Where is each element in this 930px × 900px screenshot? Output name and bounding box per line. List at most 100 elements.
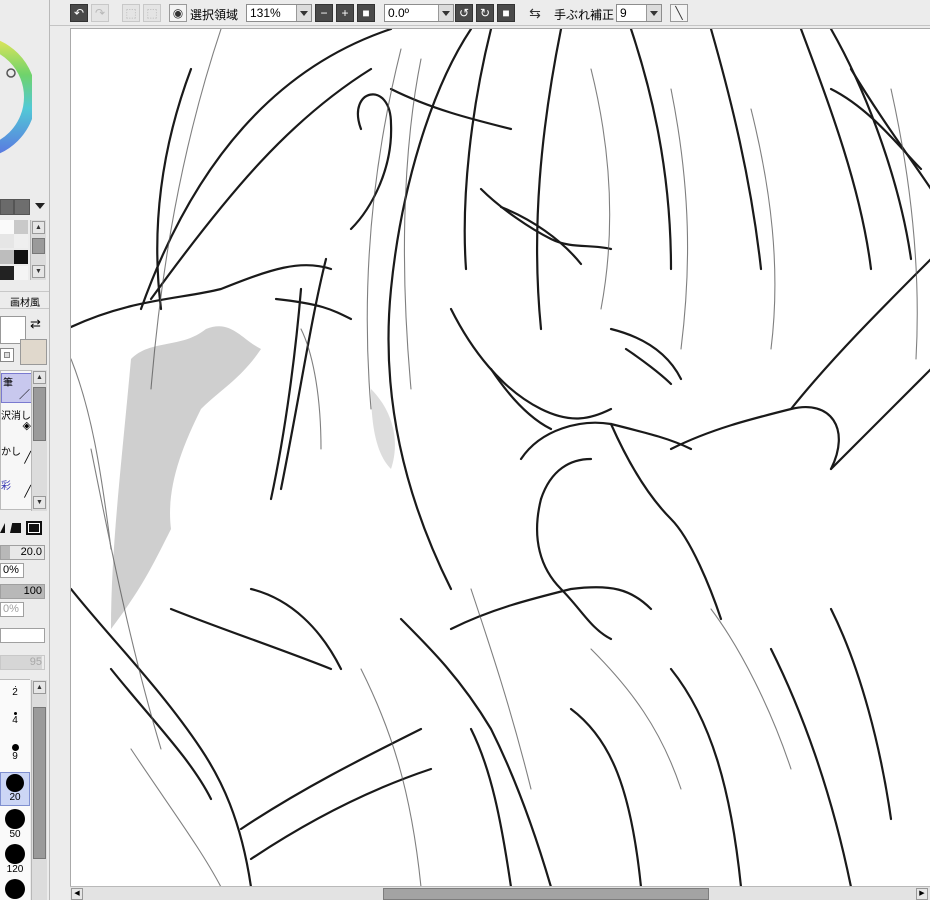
paint-app: ▲ ▼ 画材風 ⇄ 筆 ／ 沢消し ◈ かし ╱ 彩 ╱ ▲ ▼ 20.0 0%…: [0, 0, 930, 900]
brush-size-item[interactable]: 2: [0, 686, 30, 706]
palette-cell[interactable]: [14, 250, 28, 264]
chevron-down-icon[interactable]: [646, 5, 661, 21]
marker-icon: ╱: [24, 486, 31, 498]
secondary-color-box[interactable]: [20, 339, 47, 365]
palette-cell[interactable]: [14, 234, 28, 248]
scroll-right-icon[interactable]: ▶: [916, 888, 928, 900]
flip-horizontal-icon[interactable]: ⇆: [526, 4, 544, 22]
transparent-color-icon[interactable]: [0, 348, 14, 362]
shape-triangle-icon[interactable]: [0, 523, 5, 533]
brush-shape-row: [0, 521, 49, 537]
brush-size-value: 20.0: [20, 546, 42, 558]
drawing-canvas[interactable]: [70, 28, 930, 886]
brush-size-item[interactable]: 120: [0, 843, 30, 877]
palette-cell[interactable]: [0, 266, 14, 280]
texture-field[interactable]: [0, 628, 45, 643]
scroll-thumb[interactable]: [33, 387, 46, 441]
brush-tab-row: 画材風: [0, 291, 49, 309]
eye-icon[interactable]: ◉: [169, 4, 187, 22]
blend-field[interactable]: 0%: [0, 602, 24, 617]
shape-square-icon[interactable]: [26, 521, 42, 535]
current-color-row: [0, 199, 49, 217]
brush-size-slider[interactable]: 20.0: [0, 545, 45, 560]
brush-size-label: 2: [12, 687, 18, 698]
chevron-down-icon[interactable]: [35, 203, 45, 209]
pen-icon: ／: [19, 389, 30, 401]
stabilizer-value: 9: [620, 6, 627, 20]
tool-list: 筆 ／ 沢消し ◈ かし ╱ 彩 ╱: [0, 370, 33, 510]
tool-item-pen[interactable]: 筆 ／: [1, 373, 33, 403]
rotation-select[interactable]: 0.0º: [384, 4, 454, 22]
hue-picker-icon: [6, 68, 16, 78]
scroll-thumb[interactable]: [33, 707, 46, 859]
top-toolbar: ↶ ↷ ⬚ ⬚ ◉ 選択領域 131% − + ■ 0.0º ↺ ↻ ■ ⇆ 手…: [50, 0, 930, 26]
brush-size-item[interactable]: 9: [0, 741, 30, 771]
brush-size-item[interactable]: 4: [0, 710, 30, 736]
brush-size-item-selected[interactable]: 20: [0, 772, 30, 806]
zoom-out-button[interactable]: −: [315, 4, 333, 22]
tool-scrollbar[interactable]: ▲ ▼: [31, 370, 47, 511]
canvas-left-gutter: [50, 26, 70, 900]
brush-size-item[interactable]: 50: [0, 808, 30, 842]
scroll-down-icon[interactable]: ▼: [33, 496, 46, 509]
palette-cell[interactable]: [0, 234, 14, 248]
zoom-select[interactable]: 131%: [246, 4, 312, 22]
canvas-horizontal-scrollbar[interactable]: ◀ ▶: [70, 886, 930, 900]
palette-cell[interactable]: [0, 250, 14, 264]
color-palette: [0, 220, 30, 280]
brush-size-label: 9: [12, 751, 18, 762]
disabled-value: 95: [29, 656, 42, 668]
redo-button[interactable]: ↷: [91, 4, 109, 22]
scroll-up-icon[interactable]: ▲: [32, 221, 45, 234]
zoom-in-button[interactable]: +: [336, 4, 354, 22]
left-panel: ▲ ▼ 画材風 ⇄ 筆 ／ 沢消し ◈ かし ╱ 彩 ╱ ▲ ▼ 20.0 0%…: [0, 0, 50, 900]
chevron-down-icon[interactable]: [296, 5, 311, 21]
line-tool-icon[interactable]: ╲: [670, 4, 688, 22]
scroll-up-icon[interactable]: ▲: [33, 371, 46, 384]
min-size-value: 0%: [3, 564, 19, 576]
density-slider[interactable]: 100: [0, 584, 45, 599]
tool-item-blur[interactable]: かし ╱: [1, 439, 33, 469]
min-size-field[interactable]: 0%: [0, 563, 24, 578]
zoom-reset-button[interactable]: ■: [357, 4, 375, 22]
scroll-thumb[interactable]: [32, 238, 45, 254]
selection-area-label: 選択領域: [190, 8, 239, 22]
deselect-button[interactable]: ⬚: [122, 4, 140, 22]
chevron-down-icon[interactable]: [438, 5, 453, 21]
scroll-thumb[interactable]: [383, 888, 709, 900]
color-wheel[interactable]: [0, 35, 32, 159]
undo-button[interactable]: ↶: [70, 4, 88, 22]
brush-size-label: 20: [9, 792, 21, 803]
rotate-cw-button[interactable]: ↻: [476, 4, 494, 22]
rotate-ccw-button[interactable]: ↺: [455, 4, 473, 22]
density-value: 100: [23, 585, 42, 597]
swap-colors-icon[interactable]: ⇄: [30, 316, 41, 332]
tab-texture[interactable]: 画材風: [10, 294, 40, 309]
blend-value: 0%: [3, 603, 19, 615]
brush-size-label: 4: [12, 715, 18, 726]
disabled-slider: 95: [0, 655, 45, 670]
brush-size-list: 2 4 9 20 50 120: [0, 679, 30, 900]
palette-cell[interactable]: [14, 220, 28, 234]
palette-cell[interactable]: [0, 220, 14, 234]
color-swatch[interactable]: [14, 199, 30, 215]
rotate-reset-button[interactable]: ■: [497, 4, 515, 22]
stabilizer-select[interactable]: 9: [616, 4, 662, 22]
tool-item-eraser[interactable]: 沢消し ◈: [1, 405, 33, 435]
brush-size-item[interactable]: [0, 878, 30, 900]
palette-scrollbar[interactable]: ▲ ▼: [30, 220, 46, 280]
palette-cell[interactable]: [14, 266, 28, 280]
invert-selection-button[interactable]: ⬚: [143, 4, 161, 22]
tool-label: 彩: [1, 481, 11, 492]
brush-list-scrollbar[interactable]: ▲: [31, 680, 47, 900]
sketch-artwork: [71, 29, 930, 886]
color-swatch[interactable]: [0, 199, 14, 215]
scroll-down-icon[interactable]: ▼: [32, 265, 45, 278]
tool-item-color[interactable]: 彩 ╱: [1, 473, 33, 503]
brush-size-label: 120: [6, 864, 24, 875]
scroll-left-icon[interactable]: ◀: [71, 888, 83, 900]
tool-label: 筆: [3, 378, 13, 389]
brush-icon: ╱: [24, 452, 31, 464]
shape-flat-icon[interactable]: [10, 523, 21, 533]
scroll-up-icon[interactable]: ▲: [33, 681, 46, 694]
